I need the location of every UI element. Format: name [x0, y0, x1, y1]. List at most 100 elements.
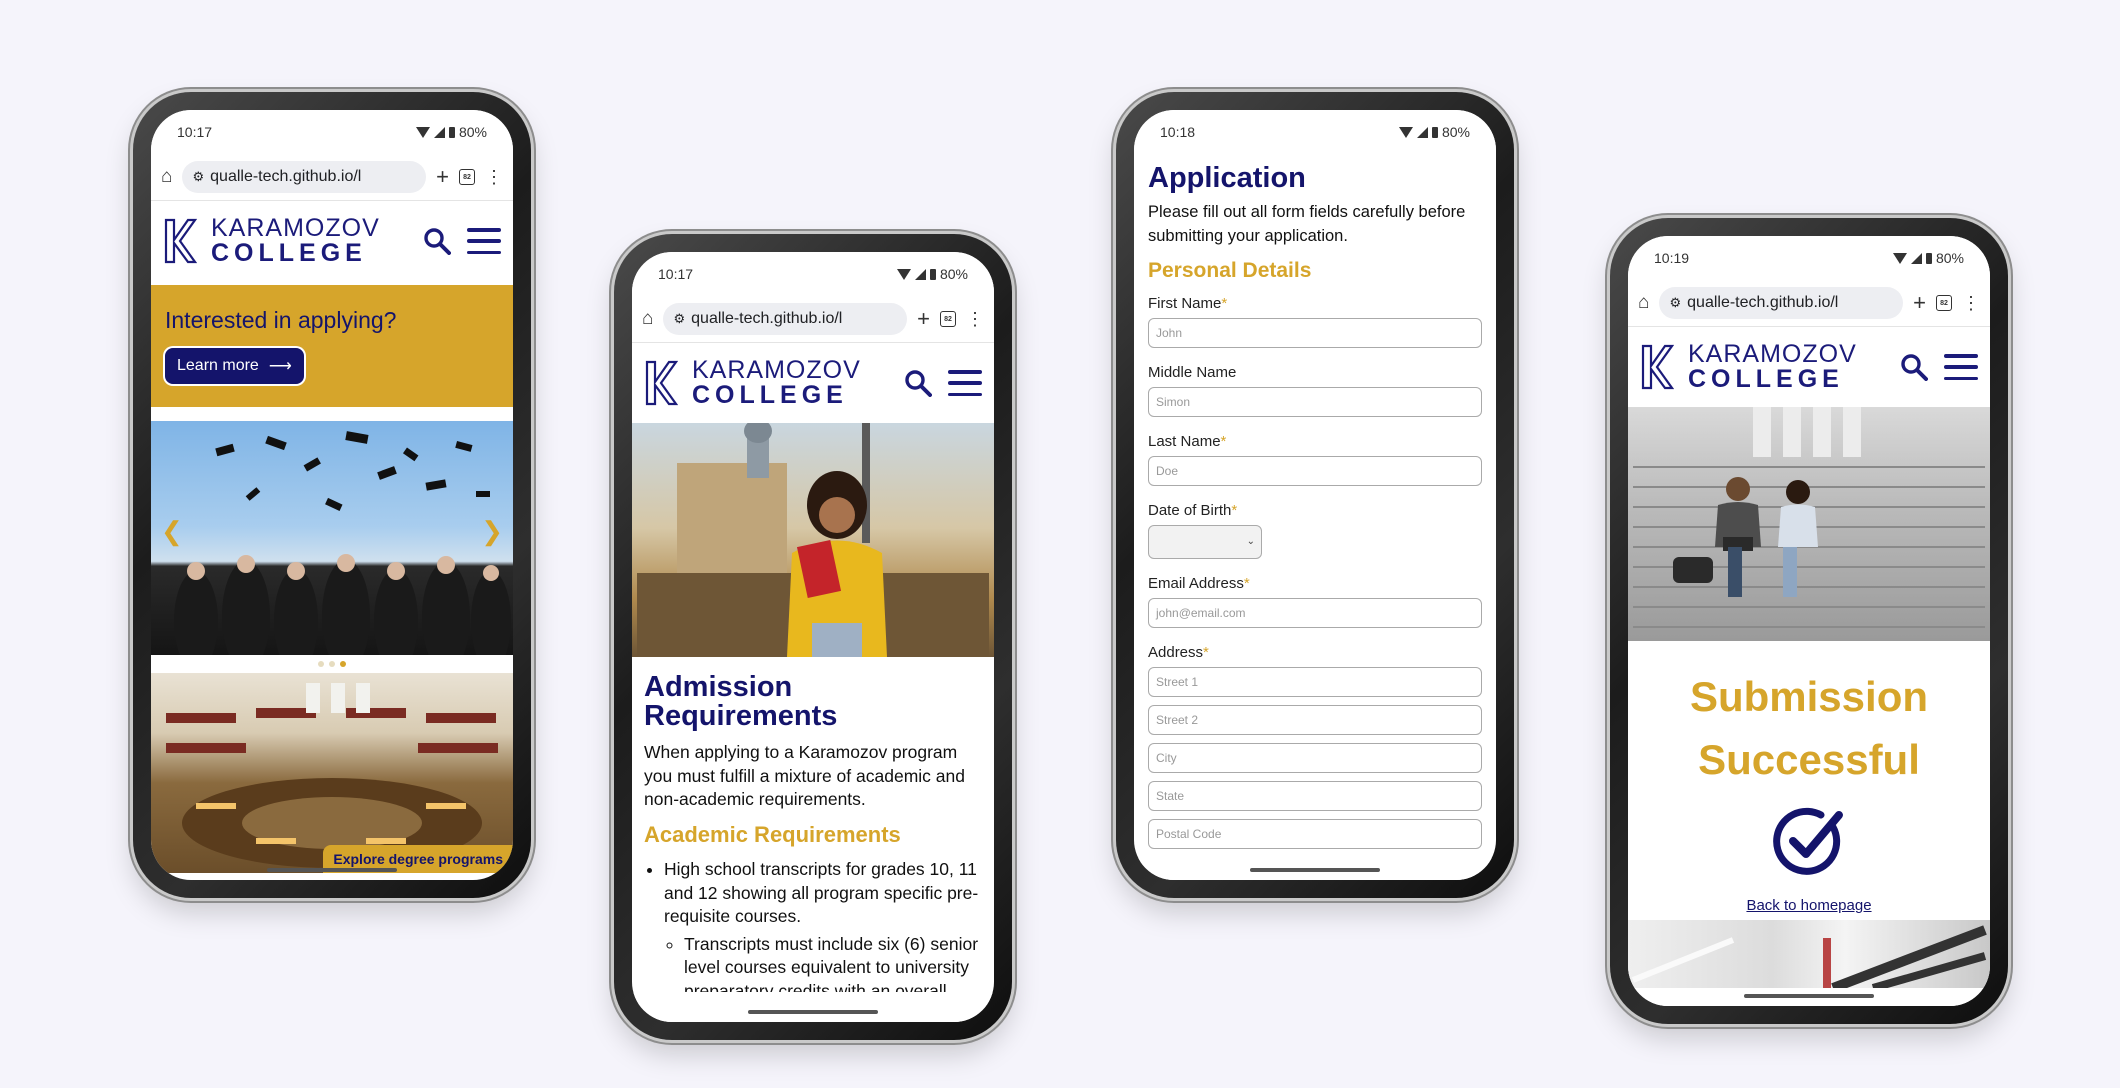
search-icon[interactable]: [1900, 353, 1928, 381]
battery-icon: [1925, 252, 1932, 264]
url-bar[interactable]: ⚙ qualle-tech.github.io/l: [1659, 287, 1904, 319]
tab-switcher-icon[interactable]: 82: [459, 169, 475, 185]
new-tab-icon[interactable]: +: [1913, 292, 1926, 314]
required-mark: *: [1231, 501, 1238, 519]
back-to-homepage-link[interactable]: Back to homepage: [1746, 897, 1871, 914]
carousel-dots: [151, 655, 513, 673]
middle-name-label-text: Middle Name: [1148, 363, 1237, 381]
postal-code-input[interactable]: Postal Code: [1148, 818, 1482, 849]
search-icon[interactable]: [904, 369, 932, 397]
carousel-dot-active[interactable]: [340, 661, 346, 667]
phone-2-admission: 10:17 80% ⌂ ⚙ qualle-tech.github.io/l + …: [614, 234, 1012, 1040]
student-illustration: [637, 423, 989, 657]
signal-icon: [433, 126, 445, 138]
carousel-dot[interactable]: [318, 661, 324, 667]
url-bar[interactable]: ⚙ qualle-tech.github.io/l: [182, 161, 427, 193]
gesture-bar[interactable]: [267, 868, 397, 872]
phone-3-application: 10:18 80% Application Please fill out al…: [1116, 92, 1514, 898]
signal-icon: [914, 268, 926, 280]
required-mark: *: [1203, 643, 1209, 661]
url-text: qualle-tech.github.io/l: [1687, 294, 1839, 311]
tab-switcher-icon[interactable]: 82: [1936, 295, 1952, 311]
phone-4-success: 10:19 80% ⌂ ⚙ qualle-tech.github.io/l + …: [1610, 218, 2008, 1024]
home-icon[interactable]: ⌂: [161, 166, 172, 188]
wifi-icon: [896, 268, 911, 280]
hamburger-menu-icon[interactable]: [948, 370, 982, 396]
more-menu-icon[interactable]: ⋮: [1962, 294, 1980, 312]
street2-input[interactable]: Street 2: [1148, 704, 1482, 735]
search-icon[interactable]: [423, 227, 451, 255]
status-time: 10:17: [658, 266, 694, 282]
address-label: Address*: [1148, 644, 1482, 661]
logo-line1: KARAMOZOV: [1688, 340, 1857, 368]
signal-icon: [1910, 252, 1922, 264]
middle-name-label: Middle Name: [1148, 364, 1482, 381]
student-hero-image: [632, 423, 994, 657]
last-name-input[interactable]: Doe: [1148, 455, 1482, 486]
first-name-input[interactable]: John: [1148, 317, 1482, 348]
library-image: Explore degree programs: [151, 673, 513, 873]
gesture-bar[interactable]: [1744, 994, 1874, 998]
new-tab-icon[interactable]: +: [436, 166, 449, 188]
email-input[interactable]: john@email.com: [1148, 597, 1482, 628]
site-settings-icon[interactable]: ⚙: [192, 169, 204, 185]
students-steps-image: [1628, 407, 1990, 641]
carousel-next-icon[interactable]: ❯: [481, 516, 503, 547]
dob-label: Date of Birth*: [1148, 502, 1482, 519]
academic-requirements-heading: Academic Requirements: [644, 821, 901, 847]
banner-heading: Interested in applying?: [165, 307, 397, 333]
application-title: Application: [1148, 162, 1306, 194]
site-settings-icon[interactable]: ⚙: [1669, 295, 1681, 311]
tab-count: 82: [1940, 299, 1948, 307]
postal-placeholder: Postal Code: [1156, 826, 1222, 841]
status-time: 10:17: [177, 124, 213, 140]
signal-icon: [1416, 126, 1428, 138]
logo-line2: COLLEGE: [211, 239, 367, 267]
gesture-bar[interactable]: [748, 1010, 878, 1014]
wifi-icon: [1398, 126, 1413, 138]
city-input[interactable]: City: [1148, 742, 1482, 773]
carousel-dot[interactable]: [329, 661, 335, 667]
wifi-icon: [1892, 252, 1907, 264]
dob-label-text: Date of Birth: [1148, 501, 1232, 519]
more-menu-icon[interactable]: ⋮: [966, 310, 984, 328]
personal-details-heading: Personal Details: [1148, 258, 1312, 282]
tab-count: 82: [463, 173, 471, 181]
college-logo[interactable]: KARAMOZOV COLLEGE: [644, 358, 861, 408]
city-placeholder: City: [1156, 750, 1177, 765]
logo-line1: KARAMOZOV: [211, 214, 380, 242]
tab-switcher-icon[interactable]: 82: [940, 311, 956, 327]
graduation-caps-illustration: [174, 431, 511, 655]
phone-3-screen: 10:18 80% Application Please fill out al…: [1134, 110, 1496, 880]
college-logo[interactable]: KARAMOZOV COLLEGE: [1640, 342, 1857, 392]
footer-image: [1628, 920, 1990, 988]
url-bar[interactable]: ⚙ qualle-tech.github.io/l: [663, 303, 908, 335]
requirement-text: High school transcripts for grades 10, 1…: [664, 858, 979, 927]
explore-label: Explore degree programs: [333, 851, 503, 867]
dob-select[interactable]: ⌄: [1148, 524, 1262, 559]
site-settings-icon[interactable]: ⚙: [673, 311, 685, 327]
status-icons: 80%: [415, 124, 487, 140]
middle-name-input[interactable]: Simon: [1148, 386, 1482, 417]
street1-input[interactable]: Street 1: [1148, 666, 1482, 697]
arrow-right-icon: ⟶: [268, 358, 292, 375]
battery-percent: 80%: [458, 124, 487, 140]
hamburger-menu-icon[interactable]: [467, 228, 501, 254]
carousel-prev-icon[interactable]: ❮: [161, 516, 183, 547]
required-mark: *: [1221, 294, 1228, 312]
application-intro: Please fill out all form fields carefull…: [1148, 203, 1466, 245]
footer-illustration: [1631, 925, 1987, 988]
street1-placeholder: Street 1: [1156, 674, 1199, 689]
new-tab-icon[interactable]: +: [917, 308, 930, 330]
gesture-bar[interactable]: [1250, 868, 1380, 872]
battery-percent: 80%: [1441, 124, 1470, 140]
home-icon[interactable]: ⌂: [642, 308, 653, 330]
home-icon[interactable]: ⌂: [1638, 292, 1649, 314]
more-menu-icon[interactable]: ⋮: [485, 168, 503, 186]
site-header: KARAMOZOV COLLEGE: [632, 343, 994, 423]
learn-more-button[interactable]: Learn more ⟶: [165, 348, 304, 384]
state-input[interactable]: State: [1148, 780, 1482, 811]
college-logo[interactable]: KARAMOZOV COLLEGE: [163, 216, 380, 266]
hamburger-menu-icon[interactable]: [1944, 354, 1978, 380]
logo-line2: COLLEGE: [1688, 365, 1844, 393]
